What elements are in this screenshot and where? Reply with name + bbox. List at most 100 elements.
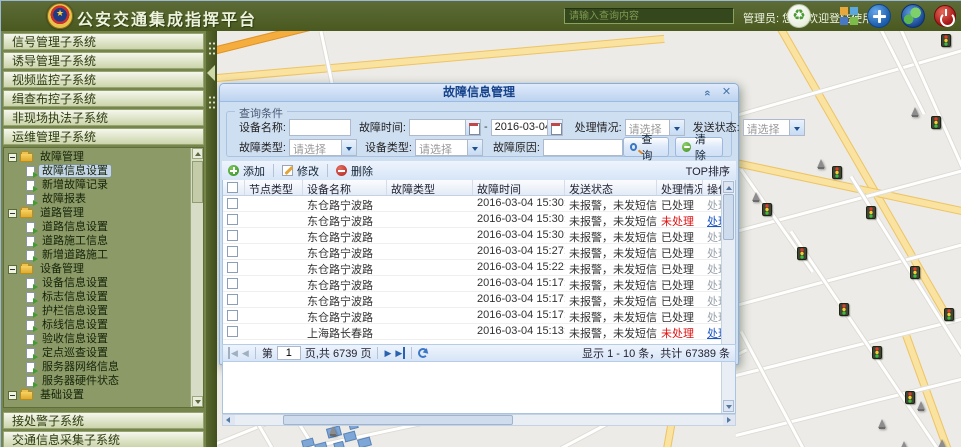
pager-first-button[interactable]: ◀ <box>228 347 238 359</box>
table-row[interactable]: 东仓路宁波路 2016-03-04 15:30:00 未报警，未发短信 已处理 … <box>223 196 721 212</box>
tree-item[interactable]: 护栏信息设置 <box>26 305 189 317</box>
globe-icon[interactable] <box>901 4 925 28</box>
tree-scrollbar[interactable] <box>190 148 203 407</box>
tree-item[interactable]: 新增故障记录 <box>26 179 189 191</box>
tree-item[interactable]: 道路施工信息 <box>26 235 189 247</box>
row-checkbox[interactable] <box>227 246 238 257</box>
table-row[interactable]: 上海路长春路 2016-03-04 15:13:45 未报警，未发短信 未处理 … <box>223 324 721 340</box>
tree-item[interactable]: 故障报表 <box>26 193 189 205</box>
collapse-arrow-icon[interactable] <box>207 65 215 81</box>
table-row[interactable]: 东仓路宁波路 2016-03-04 15:17:01 未报警，未发短信 已处理 … <box>223 308 721 324</box>
tree-item[interactable]: 服务器网络信息 <box>26 361 189 373</box>
traffic-light-icon[interactable] <box>905 391 915 404</box>
tree-collapse-icon[interactable] <box>8 209 17 218</box>
refresh-icon[interactable]: ♻ <box>787 4 811 28</box>
scroll-down-icon[interactable] <box>192 396 203 407</box>
tree-item[interactable]: 标线信息设置 <box>26 319 189 331</box>
tree-item[interactable]: 道路管理 <box>8 207 189 219</box>
pager-last-button[interactable]: ▶ <box>395 347 405 359</box>
query-button[interactable]: 查询 <box>623 137 669 157</box>
sidebar-panel-header[interactable]: 交通信息采集子系统 <box>3 431 204 447</box>
traffic-light-icon[interactable] <box>797 247 807 260</box>
row-checkbox[interactable] <box>227 198 238 209</box>
power-icon[interactable] <box>934 5 956 27</box>
clear-button[interactable]: 清除 <box>675 137 723 157</box>
traffic-light-icon[interactable] <box>762 203 772 216</box>
add-icon[interactable] <box>867 4 891 28</box>
fault-type-select[interactable]: 请选择 <box>289 139 357 156</box>
handle-link[interactable]: 处理 <box>707 232 721 243</box>
scroll-thumb[interactable] <box>723 194 734 240</box>
camera-icon[interactable] <box>752 192 760 201</box>
chevron-down-icon[interactable] <box>341 139 357 156</box>
scroll-right-icon[interactable] <box>723 415 735 425</box>
handle-link[interactable]: 处理 <box>707 328 721 339</box>
top-sort-button[interactable]: TOP排序 <box>686 163 730 179</box>
traffic-light-icon[interactable] <box>866 206 876 219</box>
tree-item[interactable]: 验收信息设置 <box>26 333 189 345</box>
row-checkbox[interactable] <box>227 214 238 225</box>
row-checkbox[interactable] <box>227 294 238 305</box>
tree-item[interactable]: 服务器硬件状态 <box>26 375 189 387</box>
row-checkbox[interactable] <box>227 262 238 273</box>
device-name-input[interactable] <box>289 119 351 136</box>
traffic-light-icon[interactable] <box>944 308 954 321</box>
header-checkbox[interactable] <box>227 182 238 193</box>
camera-icon[interactable] <box>917 401 925 410</box>
scroll-up-icon[interactable] <box>723 181 734 193</box>
table-row[interactable]: 东仓路宁波路 2016-03-04 15:30:00 未报警，未发短信 已处理 … <box>223 228 721 244</box>
pager-next-button[interactable]: ▶ <box>384 347 391 359</box>
select-all-checkbox-cell[interactable] <box>223 180 245 195</box>
scroll-down-icon[interactable] <box>723 400 734 412</box>
scroll-left-icon[interactable] <box>223 415 235 425</box>
fault-time-to-field[interactable]: 2016-03-04 <box>491 119 563 136</box>
calendar-icon[interactable] <box>547 119 563 136</box>
sidebar-panel-header[interactable]: 诱导管理子系统 <box>3 52 204 69</box>
tree-item[interactable]: 设备管理 <box>8 263 189 275</box>
table-row[interactable]: 东仓路宁波路 2016-03-04 15:17:01 未报警，未发短信 已处理 … <box>223 276 721 292</box>
handle-link[interactable]: 处理 <box>707 264 721 275</box>
chevron-down-icon[interactable] <box>467 139 483 156</box>
pager-prev-button[interactable]: ◀ <box>242 347 249 359</box>
tree-item[interactable]: 故障管理 <box>8 151 189 163</box>
grid-vertical-scrollbar[interactable] <box>721 180 735 413</box>
col-fault-time[interactable]: 故障时间 <box>473 180 565 195</box>
handle-link[interactable]: 处理 <box>707 248 721 259</box>
row-checkbox[interactable] <box>227 230 238 241</box>
delete-record-button[interactable]: 删除 <box>336 163 373 179</box>
send-status-select[interactable]: 请选择 <box>743 119 805 136</box>
page-number-input[interactable] <box>277 346 301 360</box>
col-node-type[interactable]: 节点类型 <box>245 180 303 195</box>
tree-collapse-icon[interactable] <box>8 265 17 274</box>
dialog-collapse-icon[interactable]: » <box>702 86 716 101</box>
tree-item[interactable]: 设备信息设置 <box>26 277 189 289</box>
table-row[interactable]: 东仓路宁波路 2016-03-04 15:30:00 未报警，未发短信 未处理 … <box>223 212 721 228</box>
traffic-light-icon[interactable] <box>832 166 842 179</box>
col-fault-type[interactable]: 故障类型 <box>387 180 473 195</box>
camera-icon[interactable] <box>329 426 337 435</box>
pager-refresh-icon[interactable] <box>418 348 428 358</box>
row-checkbox[interactable] <box>227 310 238 321</box>
traffic-light-icon[interactable] <box>941 34 951 47</box>
grid-horizontal-scrollbar[interactable] <box>222 414 736 426</box>
table-row[interactable]: 东仓路宁波路 2016-03-04 15:17:01 未报警，未发短信 已处理 … <box>223 292 721 308</box>
col-send-status[interactable]: 发送状态 <box>565 180 657 195</box>
scroll-thumb[interactable] <box>283 415 513 425</box>
handle-link[interactable]: 处理 <box>707 200 721 211</box>
dialog-close-icon[interactable]: ✕ <box>719 86 734 100</box>
edit-record-button[interactable]: 修改 <box>282 163 319 179</box>
fault-reason-input[interactable] <box>543 139 623 156</box>
add-record-button[interactable]: 添加 <box>228 163 265 179</box>
traffic-light-icon[interactable] <box>872 346 882 359</box>
tree-item[interactable]: 道路信息设置 <box>26 221 189 233</box>
camera-icon[interactable] <box>900 441 908 447</box>
camera-icon[interactable] <box>817 159 825 168</box>
table-row[interactable]: 东仓路宁波路 2016-03-04 15:22:50 未报警，未发短信 已处理 … <box>223 260 721 276</box>
row-checkbox[interactable] <box>227 326 238 337</box>
sidebar-panel-header[interactable]: 视频监控子系统 <box>3 71 204 88</box>
handle-link[interactable]: 处理 <box>707 312 721 323</box>
tree-item[interactable]: 故障信息设置 <box>26 165 189 177</box>
tree-item[interactable]: 基础设置 <box>8 389 189 401</box>
global-search-input[interactable] <box>564 8 734 24</box>
tree-item[interactable]: 新增道路施工 <box>26 249 189 261</box>
